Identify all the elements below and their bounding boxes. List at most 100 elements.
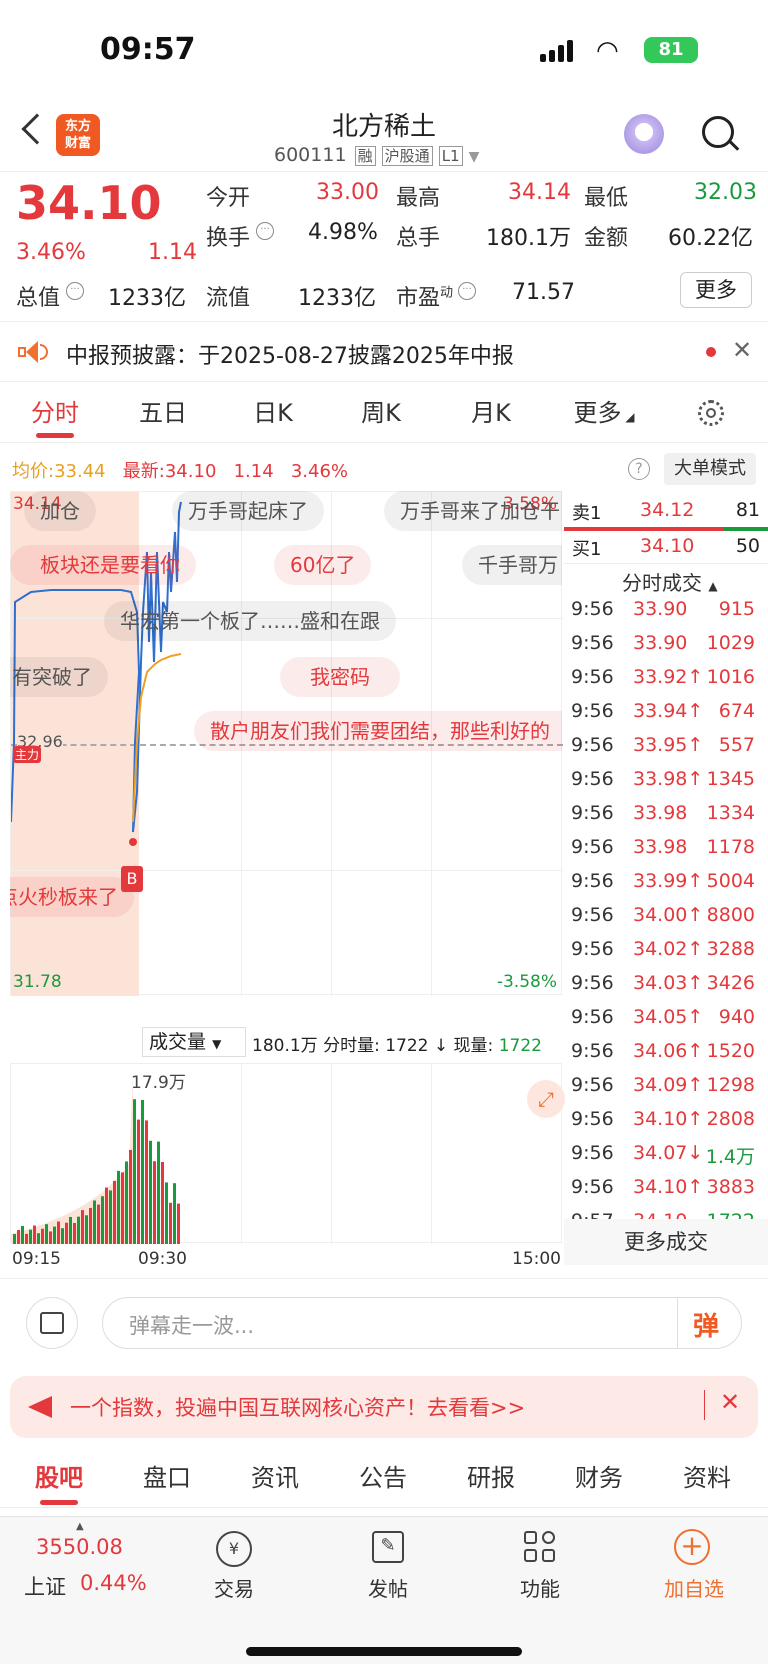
tick-row: 9:56 33.94↑ 674 <box>565 700 765 734</box>
high-value: 34.14 <box>508 180 571 205</box>
post-button[interactable]: 发帖 <box>350 1573 426 1602</box>
plus-icon[interactable]: + <box>674 1529 710 1565</box>
tick-time: 9:56 <box>571 1074 614 1096</box>
volume-bar <box>61 1228 64 1244</box>
sell1-label: 卖1 <box>572 503 602 524</box>
danmaku-bubble[interactable]: 万手哥起床了 <box>172 491 324 531</box>
tick-price: 34.10↑ <box>633 1108 704 1130</box>
info-icon[interactable]: ··· <box>256 222 274 240</box>
tick-price: 33.95↑ <box>633 734 704 756</box>
tab-financials[interactable]: 财务 <box>564 1448 634 1508</box>
tab-forum[interactable]: 股吧 <box>24 1448 94 1508</box>
big-order-mode-button[interactable]: 大单模式 <box>664 453 756 485</box>
danmaku-bubble[interactable]: 60亿了 <box>274 545 372 585</box>
main-force-tag[interactable]: 主力 <box>13 746 42 763</box>
pe-dynamic-mark: 动 <box>440 285 454 301</box>
danmaku-bubble[interactable]: 有突破了 <box>10 657 108 697</box>
tick-price: 34.10↑ <box>633 1176 704 1198</box>
buy1-label: 买1 <box>572 539 602 560</box>
danmaku-bubble[interactable]: 我密码 <box>280 657 400 697</box>
tag-margin: 融 <box>354 146 376 166</box>
tab-weekly-k[interactable]: 周K <box>346 383 416 443</box>
tab-more[interactable]: 更多 ◢ <box>564 383 644 443</box>
tab-monthly-k[interactable]: 月K <box>456 383 526 443</box>
volume-bar <box>29 1229 32 1244</box>
orderbook-ratio-bar <box>564 527 724 531</box>
notice-text: 中报预披露：于2025-08-27披露2025年中报 <box>66 344 514 369</box>
volume-indicator-select[interactable]: 成交量 ▼ <box>142 1027 246 1057</box>
tick-time: 9:56 <box>571 768 614 790</box>
index-pct[interactable]: 0.44% <box>80 1571 147 1595</box>
trade-button[interactable]: 交易 <box>196 1573 272 1602</box>
danmaku-input-bar: 弹幕走一波... 弹 <box>0 1278 768 1370</box>
grid-icon[interactable] <box>524 1531 556 1563</box>
danmaku-settings-icon[interactable] <box>26 1297 78 1349</box>
tab-orderbook[interactable]: 盘口 <box>132 1448 202 1508</box>
latest-change: 1.14 <box>233 461 274 482</box>
float-value: 1233亿 <box>298 286 376 311</box>
help-icon[interactable]: ? <box>628 458 650 480</box>
last-price: 34.10 <box>16 176 162 230</box>
orderbook: 卖1 34.12 81 买1 34.10 50 <box>564 491 768 563</box>
trade-icon[interactable]: ¥ <box>216 1531 252 1567</box>
tab-news[interactable]: 资讯 <box>240 1448 310 1508</box>
add-watchlist-button[interactable]: 加自选 <box>652 1573 736 1602</box>
battery-icon: 81 <box>644 37 698 63</box>
danmaku-bubble[interactable]: 万手哥来了加仓干 <box>384 491 562 531</box>
danmaku-bubble[interactable]: 点火秒板来了 <box>10 877 134 917</box>
index-name[interactable]: 上证 <box>24 1571 66 1601</box>
volume-bar <box>109 1190 112 1244</box>
volume-bar <box>125 1161 128 1244</box>
tab-announcements[interactable]: 公告 <box>348 1448 418 1508</box>
tick-volume: 1029 <box>706 632 755 654</box>
function-button[interactable]: 功能 <box>500 1573 580 1602</box>
tick-time: 9:56 <box>571 1176 614 1198</box>
signal-icon <box>540 40 576 62</box>
more-quote-button[interactable]: 更多 <box>680 272 752 308</box>
active-tab-indicator <box>40 1500 78 1505</box>
danmaku-bubble[interactable]: 板块还是要看你 <box>10 545 196 585</box>
notice-bar[interactable]: 中报预披露：于2025-08-27披露2025年中报 ✕ <box>0 322 768 382</box>
avg-label: 均价: <box>12 461 55 482</box>
info-icon[interactable]: ··· <box>66 282 84 300</box>
tick-row: 9:56 34.06↑ 1520 <box>565 1040 765 1074</box>
danmaku-bubble[interactable]: 千手哥万 <box>462 545 562 585</box>
tab-5day[interactable]: 五日 <box>128 383 198 443</box>
expand-icon[interactable]: ⤢ <box>527 1080 565 1118</box>
tick-volume: 2808 <box>706 1108 755 1130</box>
chevron-down-icon[interactable]: ▼ <box>469 149 480 165</box>
stock-header: 东方 财富 北方稀土 600111 融 沪股通 L1 ▼ <box>0 100 768 172</box>
volume-max-label: 17.9万 <box>131 1073 186 1093</box>
volume-bar <box>121 1172 124 1244</box>
tick-price: 34.09↑ <box>633 1074 704 1096</box>
volume-bar <box>145 1120 148 1244</box>
tick-row: 9:56 34.07↓ 1.4万 <box>565 1142 765 1176</box>
volume-bar <box>17 1229 20 1244</box>
volume-label: 总手 <box>396 226 441 251</box>
tab-research[interactable]: 研报 <box>456 1448 526 1508</box>
danmaku-bubble[interactable]: 散户朋友们我们需要团结，那些利好的 <box>194 711 562 751</box>
low-label: 最低 <box>584 186 629 211</box>
unread-dot <box>706 347 716 357</box>
edit-icon[interactable]: ✎ <box>372 1531 404 1563</box>
promo-banner[interactable]: 一个指数，投遍中国互联网核心资产！去看看>> ✕ <box>10 1376 758 1438</box>
close-icon[interactable]: ✕ <box>732 336 752 364</box>
sort-icon[interactable]: ▲ <box>708 579 717 593</box>
time-open: 09:30 <box>138 1249 187 1269</box>
index-value[interactable]: 3550.08 <box>36 1535 123 1559</box>
volume-bar <box>161 1162 164 1244</box>
tick-price: 33.94↑ <box>633 700 704 722</box>
info-icon[interactable]: ··· <box>458 282 476 300</box>
close-icon[interactable]: ✕ <box>720 1388 740 1416</box>
danmaku-input[interactable]: 弹幕走一波... 弹 <box>102 1297 742 1349</box>
send-danmaku-button[interactable]: 弹 <box>693 1306 719 1343</box>
tab-profile[interactable]: 资料 <box>672 1448 742 1508</box>
robot-avatar-icon[interactable] <box>624 114 664 154</box>
volume-bar <box>101 1196 104 1244</box>
danmaku-bubble[interactable]: 华宏第一个板了……盛和在跟 <box>104 601 396 641</box>
danmaku-placeholder: 弹幕走一波... <box>129 1314 255 1338</box>
tick-volume: 674 <box>718 700 755 722</box>
tab-daily-k[interactable]: 日K <box>238 383 308 443</box>
danmaku-bubble[interactable]: 加仓 <box>24 491 96 531</box>
more-ticks-button[interactable]: 更多成交 <box>564 1219 768 1265</box>
